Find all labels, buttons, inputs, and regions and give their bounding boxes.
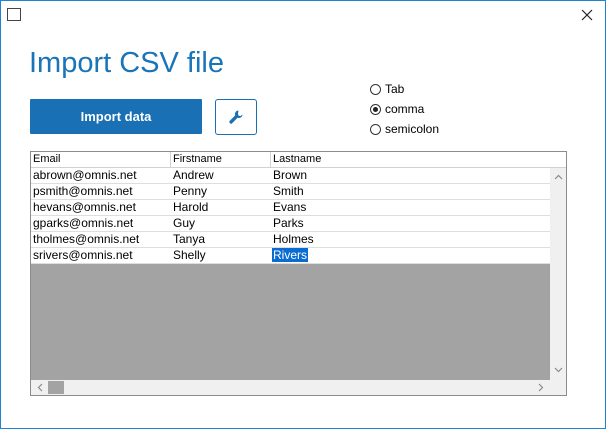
scroll-down-button[interactable]: [550, 363, 566, 377]
table-row[interactable]: gparks@omnis.net Guy Parks: [31, 216, 550, 232]
table-row[interactable]: srivers@omnis.net Shelly Rivers: [31, 248, 550, 264]
selected-cell-text[interactable]: Rivers: [272, 248, 309, 262]
cell-email[interactable]: gparks@omnis.net: [31, 216, 171, 231]
close-icon: [581, 9, 593, 21]
horizontal-scroll-thumb[interactable]: [48, 381, 64, 394]
radio-option-semicolon[interactable]: semicolon: [370, 119, 439, 139]
table-row[interactable]: tholmes@omnis.net Tanya Holmes: [31, 232, 550, 248]
cell-lastname[interactable]: Brown: [271, 168, 550, 183]
grid-rows: abrown@omnis.net Andrew Brown psmith@omn…: [31, 168, 550, 264]
cell-email[interactable]: srivers@omnis.net: [31, 248, 171, 263]
cell-lastname[interactable]: Holmes: [271, 232, 550, 247]
table-row[interactable]: abrown@omnis.net Andrew Brown: [31, 168, 550, 184]
cell-lastname-selected[interactable]: Rivers: [271, 248, 550, 263]
cell-firstname[interactable]: Harold: [171, 200, 271, 215]
wrench-icon: [229, 110, 243, 124]
table-row[interactable]: hevans@omnis.net Harold Evans: [31, 200, 550, 216]
radio-label-semicolon: semicolon: [385, 122, 440, 136]
radio-button-tab[interactable]: [370, 83, 381, 95]
radio-label-tab: Tab: [385, 82, 405, 96]
cell-email[interactable]: tholmes@omnis.net: [31, 232, 171, 247]
scroll-right-button[interactable]: [534, 380, 548, 395]
delimiter-radio-group: Tab comma semicolon: [370, 79, 439, 139]
cell-firstname[interactable]: Shelly: [171, 248, 271, 263]
table-row[interactable]: psmith@omnis.net Penny Smith: [31, 184, 550, 200]
page-title: Import CSV file: [29, 47, 224, 79]
cell-lastname[interactable]: Parks: [271, 216, 550, 231]
import-dialog-window: Import CSV file Import data Tab comma se…: [0, 0, 606, 429]
chevron-right-icon: [538, 383, 544, 392]
scroll-up-button[interactable]: [550, 170, 566, 184]
cell-firstname[interactable]: Penny: [171, 184, 271, 199]
cell-firstname[interactable]: Tanya: [171, 232, 271, 247]
vertical-scrollbar[interactable]: [550, 168, 566, 380]
chevron-down-icon: [554, 367, 562, 373]
csv-data-grid[interactable]: Email Firstname Lastname abrown@omnis.ne…: [30, 151, 567, 396]
radio-button-comma[interactable]: [370, 103, 381, 115]
close-button[interactable]: [573, 4, 601, 26]
column-header-firstname[interactable]: Firstname: [171, 152, 271, 167]
column-header-email[interactable]: Email: [31, 152, 171, 167]
cell-firstname[interactable]: Andrew: [171, 168, 271, 183]
import-data-button[interactable]: Import data: [30, 99, 202, 134]
radio-option-comma[interactable]: comma: [370, 99, 439, 119]
cell-firstname[interactable]: Guy: [171, 216, 271, 231]
chevron-left-icon: [37, 383, 43, 392]
radio-button-semicolon[interactable]: [370, 123, 381, 135]
cell-lastname[interactable]: Evans: [271, 200, 550, 215]
cell-lastname[interactable]: Smith: [271, 184, 550, 199]
scrollbar-corner: [550, 380, 566, 395]
column-header-lastname[interactable]: Lastname: [271, 152, 550, 167]
settings-tool-button[interactable]: [215, 99, 257, 135]
grid-header: Email Firstname Lastname: [31, 152, 566, 168]
cell-email[interactable]: hevans@omnis.net: [31, 200, 171, 215]
scroll-left-button[interactable]: [33, 380, 47, 395]
cell-email[interactable]: abrown@omnis.net: [31, 168, 171, 183]
chevron-up-icon: [554, 174, 562, 180]
window-icon: [7, 8, 21, 21]
radio-option-tab[interactable]: Tab: [370, 79, 439, 99]
horizontal-scrollbar[interactable]: [31, 380, 550, 395]
radio-label-comma: comma: [385, 102, 425, 116]
cell-email[interactable]: psmith@omnis.net: [31, 184, 171, 199]
